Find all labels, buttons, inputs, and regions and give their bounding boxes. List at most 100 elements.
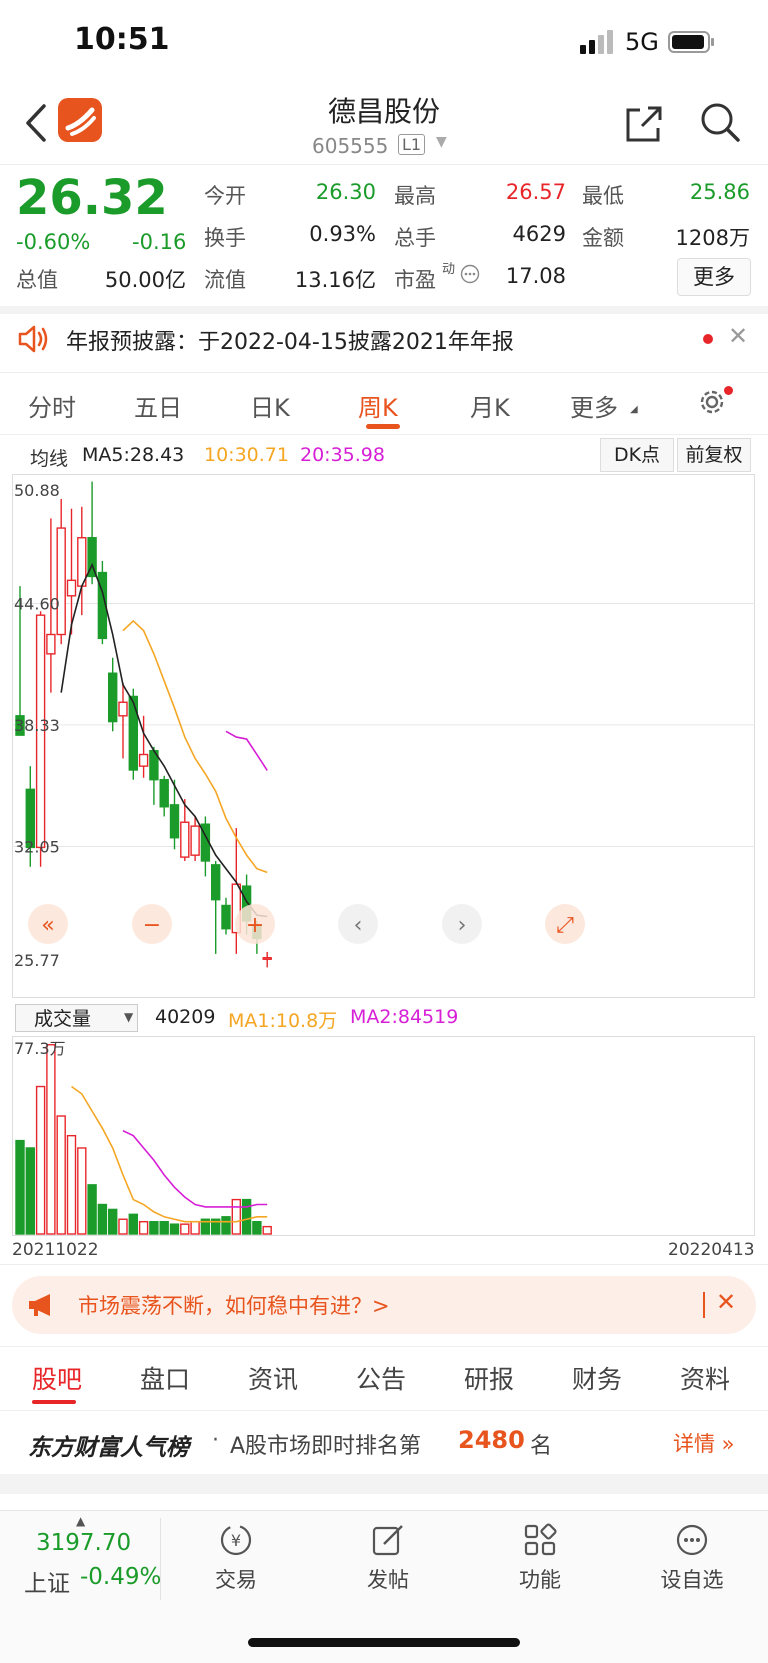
- network-label: 5G: [625, 28, 659, 56]
- info-dots-icon[interactable]: [460, 264, 480, 284]
- nav-add-watchlist[interactable]: 设自选: [652, 1564, 732, 1594]
- y-tick-label: 44.60: [14, 595, 60, 614]
- volume-bar: [169, 1223, 180, 1235]
- divider: [0, 434, 768, 435]
- search-icon[interactable]: [698, 100, 742, 144]
- tab-more[interactable]: 更多: [570, 388, 618, 423]
- zoom-out-fast-icon[interactable]: «: [28, 904, 68, 944]
- tab-five-day[interactable]: 五日: [134, 388, 182, 423]
- candle-body: [210, 864, 221, 901]
- battery-icon: [668, 31, 714, 53]
- candle-body: [180, 821, 190, 858]
- notice-text[interactable]: 年报预披露：于2022-04-15披露2021年年报: [66, 324, 514, 356]
- volume-bar: [56, 1115, 66, 1235]
- divider: [0, 164, 768, 165]
- svg-text:‹: ‹: [354, 913, 363, 938]
- candle-body: [56, 527, 66, 636]
- index-change[interactable]: -0.49%: [80, 1564, 161, 1590]
- zoom-in-icon[interactable]: +: [235, 904, 275, 944]
- ma20-value: 20:35.98: [300, 444, 385, 466]
- tab-order-book[interactable]: 盘口: [140, 1360, 190, 1396]
- nav-functions[interactable]: 功能: [500, 1564, 580, 1594]
- tab-announcements[interactable]: 公告: [356, 1360, 406, 1396]
- float-cap-label: 流值: [204, 268, 246, 292]
- tab-finance[interactable]: 财务: [572, 1360, 622, 1396]
- watchlist-icon[interactable]: [674, 1522, 710, 1558]
- volume-bar: [262, 1225, 272, 1235]
- expand-up-icon[interactable]: ▲: [76, 1514, 85, 1528]
- promo-text[interactable]: 市场震荡不断，如何稳中有进？>: [78, 1290, 390, 1320]
- chevron-right-icon[interactable]: ›: [442, 904, 482, 944]
- tab-active-indicator: [32, 1400, 76, 1404]
- volume-bar: [66, 1134, 77, 1235]
- change-percent: -0.60%: [16, 230, 91, 254]
- candle-body: [118, 701, 128, 717]
- index-name[interactable]: 上证: [24, 1564, 70, 1598]
- rank-number: 2480: [458, 1426, 525, 1454]
- y-tick-label: 25.77: [14, 951, 60, 970]
- amount-label: 金额: [582, 226, 624, 250]
- tab-intraday[interactable]: 分时: [28, 388, 76, 423]
- close-icon[interactable]: ✕: [728, 322, 748, 350]
- volume-value: 40209: [155, 1006, 216, 1028]
- level-badge[interactable]: L1: [398, 134, 426, 155]
- vol-ma1-value: MA1:10.8万: [228, 1010, 338, 1032]
- low-label: 最低: [582, 184, 624, 208]
- caret-down-icon[interactable]: ▼: [124, 1010, 133, 1024]
- home-indicator: [248, 1638, 520, 1647]
- candlestick-chart[interactable]: 50.88 44.60 38.33 32.05 25.77 « − + ‹ › ⤢: [12, 474, 755, 998]
- chevron-left-icon[interactable]: ‹: [338, 904, 378, 944]
- ma-legend-prefix: 均线: [30, 448, 69, 470]
- share-icon[interactable]: [622, 102, 666, 146]
- dk-point-button[interactable]: DK点: [600, 438, 674, 472]
- volume-bar: [159, 1221, 169, 1235]
- pe-value: 17.08: [505, 264, 566, 288]
- volume-chart[interactable]: 77.3万: [12, 1036, 755, 1236]
- ma5-value: MA5:28.43: [82, 444, 185, 466]
- divider: [160, 1518, 161, 1600]
- rank-text: A股市场即时排名第: [230, 1434, 422, 1459]
- volume-bar: [77, 1147, 87, 1235]
- candle-body: [221, 904, 231, 930]
- y-tick-label: 50.88: [14, 481, 60, 500]
- candle-body: [128, 695, 139, 771]
- notice-unread-dot: [703, 334, 713, 344]
- volume-bar: [46, 1044, 56, 1235]
- tab-monthly-k[interactable]: 月K: [470, 388, 510, 423]
- close-icon[interactable]: ✕: [716, 1288, 736, 1316]
- volume-bar: [190, 1221, 200, 1235]
- zoom-out-icon[interactable]: −: [132, 904, 172, 944]
- tab-profile[interactable]: 资料: [680, 1360, 730, 1396]
- tab-forum[interactable]: 股吧: [32, 1360, 82, 1396]
- post-icon[interactable]: [370, 1522, 406, 1558]
- low-value: 25.86: [689, 180, 750, 204]
- svg-text:›: ›: [458, 913, 467, 938]
- details-link[interactable]: 详情 »: [673, 1428, 735, 1458]
- tab-weekly-k[interactable]: 周K: [358, 388, 398, 423]
- tab-research[interactable]: 研报: [464, 1360, 514, 1396]
- volume-bar: [180, 1223, 190, 1235]
- apps-icon[interactable]: [522, 1522, 558, 1558]
- nav-post[interactable]: 发帖: [348, 1564, 428, 1594]
- fullscreen-icon[interactable]: ⤢: [545, 904, 585, 944]
- nav-trade[interactable]: 交易: [196, 1564, 276, 1594]
- amount-value: 1208万: [675, 226, 750, 250]
- total-cap-label: 总值: [16, 268, 58, 292]
- adjust-button[interactable]: 前复权: [677, 438, 751, 472]
- status-time: 10:51: [74, 22, 170, 57]
- volume-bar: [241, 1198, 252, 1235]
- tab-news[interactable]: 资讯: [248, 1360, 298, 1396]
- indicator-selector[interactable]: 成交量: [15, 1004, 138, 1032]
- index-value[interactable]: 3197.70: [36, 1530, 131, 1556]
- candle-body: [46, 633, 56, 655]
- vol-ma2-value: MA2:84519: [350, 1006, 459, 1028]
- y-tick-label: 38.33: [14, 716, 60, 735]
- more-button[interactable]: 更多: [677, 258, 751, 296]
- tab-daily-k[interactable]: 日K: [250, 388, 290, 423]
- trade-icon[interactable]: ¥: [218, 1522, 254, 1558]
- caret-icon: ◢: [630, 404, 638, 415]
- change-amount: -0.16: [132, 230, 187, 254]
- tab-active-indicator: [366, 424, 400, 429]
- volume-bar: [221, 1216, 231, 1235]
- caret-down-icon[interactable]: ▼: [436, 134, 447, 150]
